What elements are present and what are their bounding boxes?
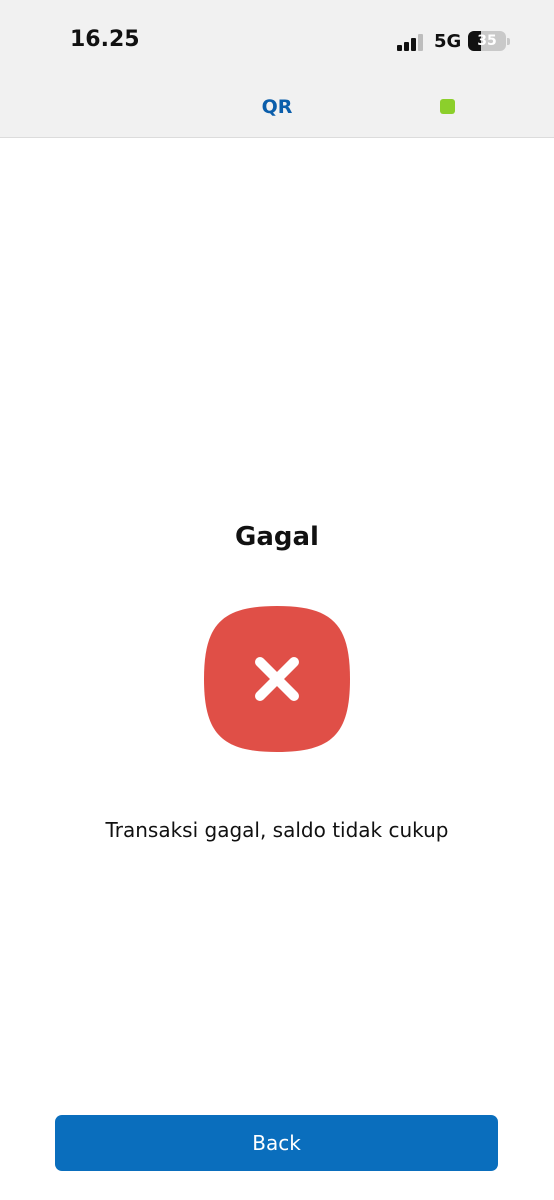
close-icon — [204, 606, 350, 752]
status-bar: 16.25 5G 35 — [0, 0, 554, 80]
app-header: QR — [0, 80, 554, 138]
signal-strength-icon — [397, 33, 427, 51]
network-type: 5G — [434, 31, 462, 52]
battery-cap — [507, 38, 510, 45]
result-title: Gagal — [235, 522, 319, 552]
status-time: 16.25 — [70, 27, 140, 52]
battery-icon: 35 — [468, 31, 506, 51]
result-message: Transaksi gagal, saldo tidak cukup — [105, 818, 449, 842]
battery-level: 35 — [477, 33, 497, 49]
back-button[interactable]: Back — [55, 1115, 498, 1171]
page-title: QR — [261, 96, 293, 118]
status-indicator — [440, 99, 455, 114]
